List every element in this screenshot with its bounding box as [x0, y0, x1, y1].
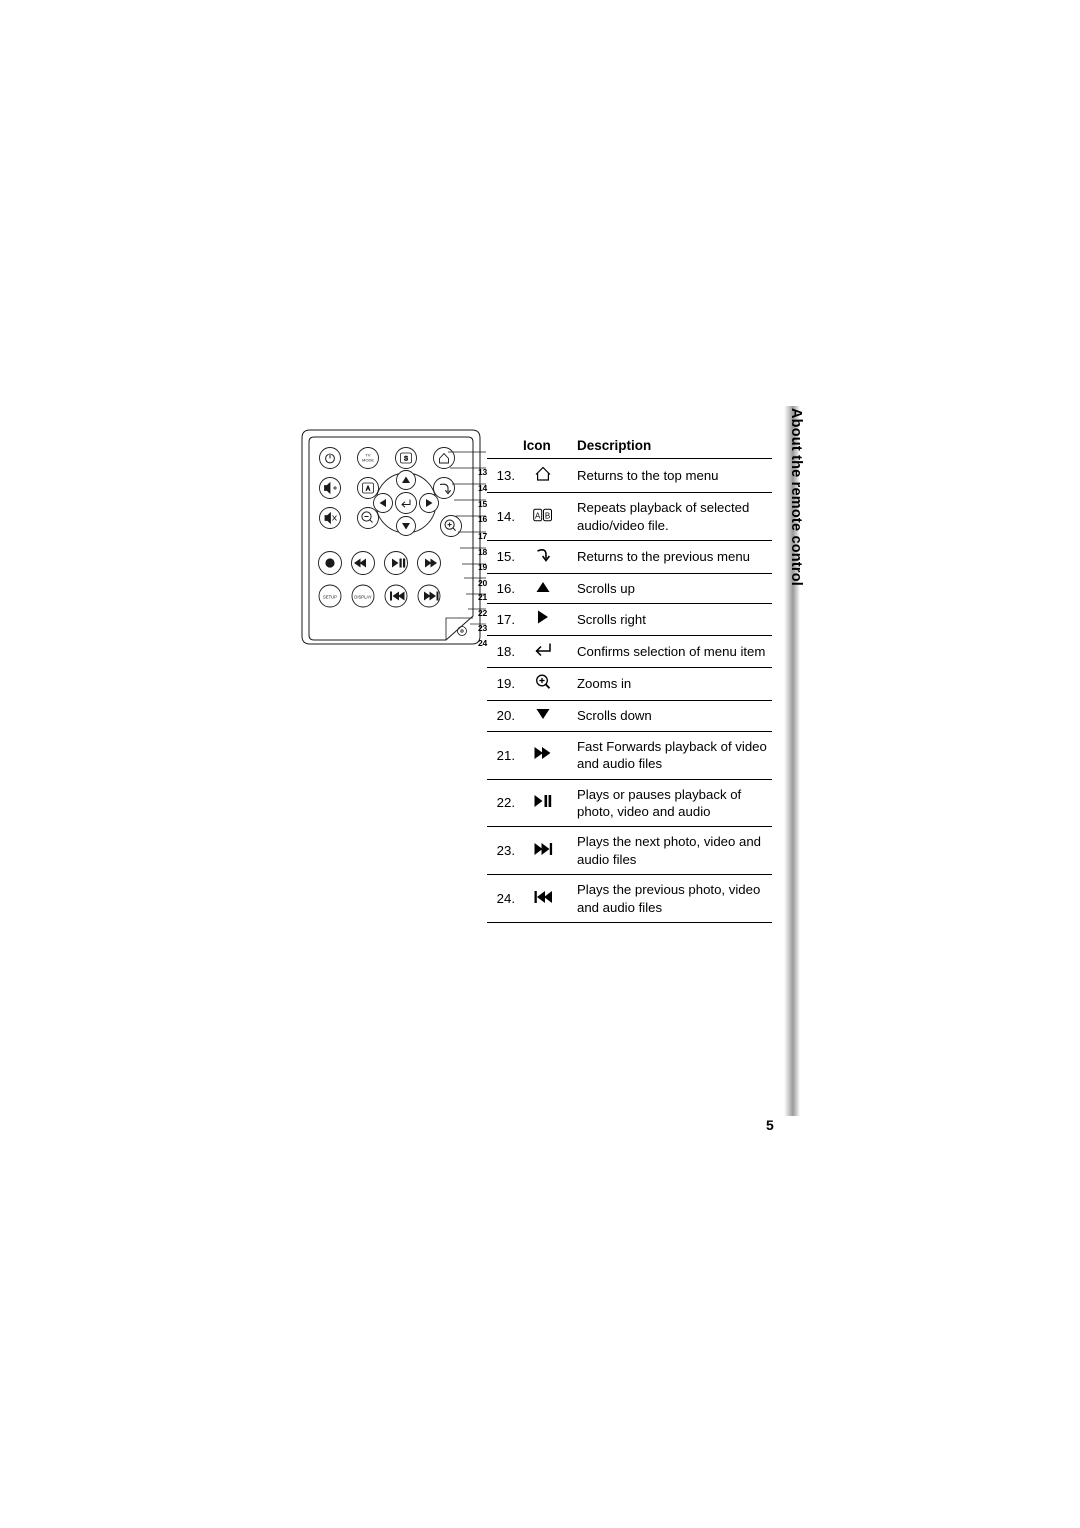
previous-track-icon [519, 874, 565, 924]
svg-text:S: S [404, 457, 408, 463]
side-tab-label: About the remote control [788, 408, 804, 586]
callout-number: 20 [478, 578, 488, 588]
next-track-icon [519, 826, 565, 876]
svg-text:B: B [545, 511, 550, 520]
right-triangle-icon [519, 603, 565, 636]
callout-number: 22 [478, 608, 488, 618]
row-description: Plays the previous photo, video and audi… [565, 874, 772, 924]
row-description: Zooms in [565, 667, 772, 702]
row-description: Scrolls right [565, 603, 772, 636]
row-number: 14. [487, 492, 519, 542]
row-number: 19. [487, 667, 519, 702]
callout-number: 17 [478, 531, 488, 541]
callout-number: 23 [478, 623, 488, 633]
row-number: 23. [487, 826, 519, 876]
page-number: 5 [766, 1117, 774, 1133]
row-number: 18. [487, 635, 519, 668]
table-row: 13. Returns to the top menu [487, 458, 772, 494]
table-row: 20. Scrolls down [487, 700, 772, 732]
svg-text:A: A [366, 487, 370, 493]
table-row: 16. Scrolls up [487, 573, 772, 605]
remote-control-illustration: TV MODE S A SETUP DISPLAY [296, 428, 486, 688]
table-header-row: Icon Description [487, 438, 772, 459]
header-number [487, 438, 519, 459]
callout-number: 24 [478, 638, 488, 648]
row-number: 17. [487, 603, 519, 636]
row-description: Returns to the top menu [565, 458, 772, 494]
row-number: 13. [487, 458, 519, 494]
table-row: 18. Confirms selection of menu item [487, 635, 772, 668]
svg-text:A: A [535, 511, 541, 520]
callout-number: 14 [478, 483, 488, 493]
header-description: Description [565, 438, 772, 459]
table-row: 21. Fast Forwards playback of video and a… [487, 731, 772, 780]
row-description: Scrolls down [565, 700, 772, 732]
table-row: 19. Zooms in [487, 667, 772, 702]
row-number: 22. [487, 779, 519, 828]
row-description: Confirms selection of menu item [565, 635, 772, 668]
up-triangle-icon [519, 573, 565, 605]
row-number: 20. [487, 700, 519, 732]
zoom-in-icon [519, 667, 565, 702]
table-row: 15. Returns to the previous menu [487, 540, 772, 574]
row-number: 21. [487, 731, 519, 780]
callout-number: 13 [478, 467, 488, 477]
ab-repeat-icon: AB [519, 492, 565, 542]
table-row: 23. Plays the next photo, video and audio… [487, 826, 772, 876]
table-row: 17. Scrolls right [487, 603, 772, 636]
callout-number: 18 [478, 547, 488, 557]
svg-text:SETUP: SETUP [323, 595, 337, 600]
down-triangle-icon [519, 700, 565, 732]
svg-text:MODE: MODE [362, 458, 374, 463]
callout-number: 21 [478, 592, 488, 602]
enter-arrow-icon [519, 635, 565, 668]
row-number: 15. [487, 540, 519, 574]
header-icon: Icon [519, 438, 565, 459]
play-pause-icon [519, 779, 565, 828]
table-row: 14. A B Repeats playback of selected audio/… [487, 492, 772, 542]
row-description: Fast Forwards playback of video and audi… [565, 731, 772, 780]
table-row: 22. Plays or pauses playback of photo, vi… [487, 779, 772, 828]
row-description: Repeats playback of selected audio/video… [565, 492, 772, 542]
home-icon [519, 458, 565, 494]
callout-number: 15 [478, 499, 488, 509]
row-number: 16. [487, 573, 519, 605]
callout-number: 19 [478, 562, 488, 572]
callout-number: 16 [478, 514, 488, 524]
table-row: 24. Plays the previous photo, video and a… [487, 874, 772, 924]
row-description: Plays the next photo, video and audio fi… [565, 826, 772, 876]
row-description: Scrolls up [565, 573, 772, 605]
remote-control-drawing: TV MODE S A SETUP DISPLAY [301, 429, 486, 645]
row-number: 24. [487, 874, 519, 924]
icon-description-table: Icon Description 13. Returns to the top m… [487, 438, 772, 924]
row-description: Returns to the previous menu [565, 540, 772, 574]
row-description: Plays or pauses playback of photo, video… [565, 779, 772, 828]
svg-text:DISPLAY: DISPLAY [354, 595, 372, 600]
fast-forward-icon [519, 731, 565, 780]
return-arrow-icon [519, 540, 565, 574]
